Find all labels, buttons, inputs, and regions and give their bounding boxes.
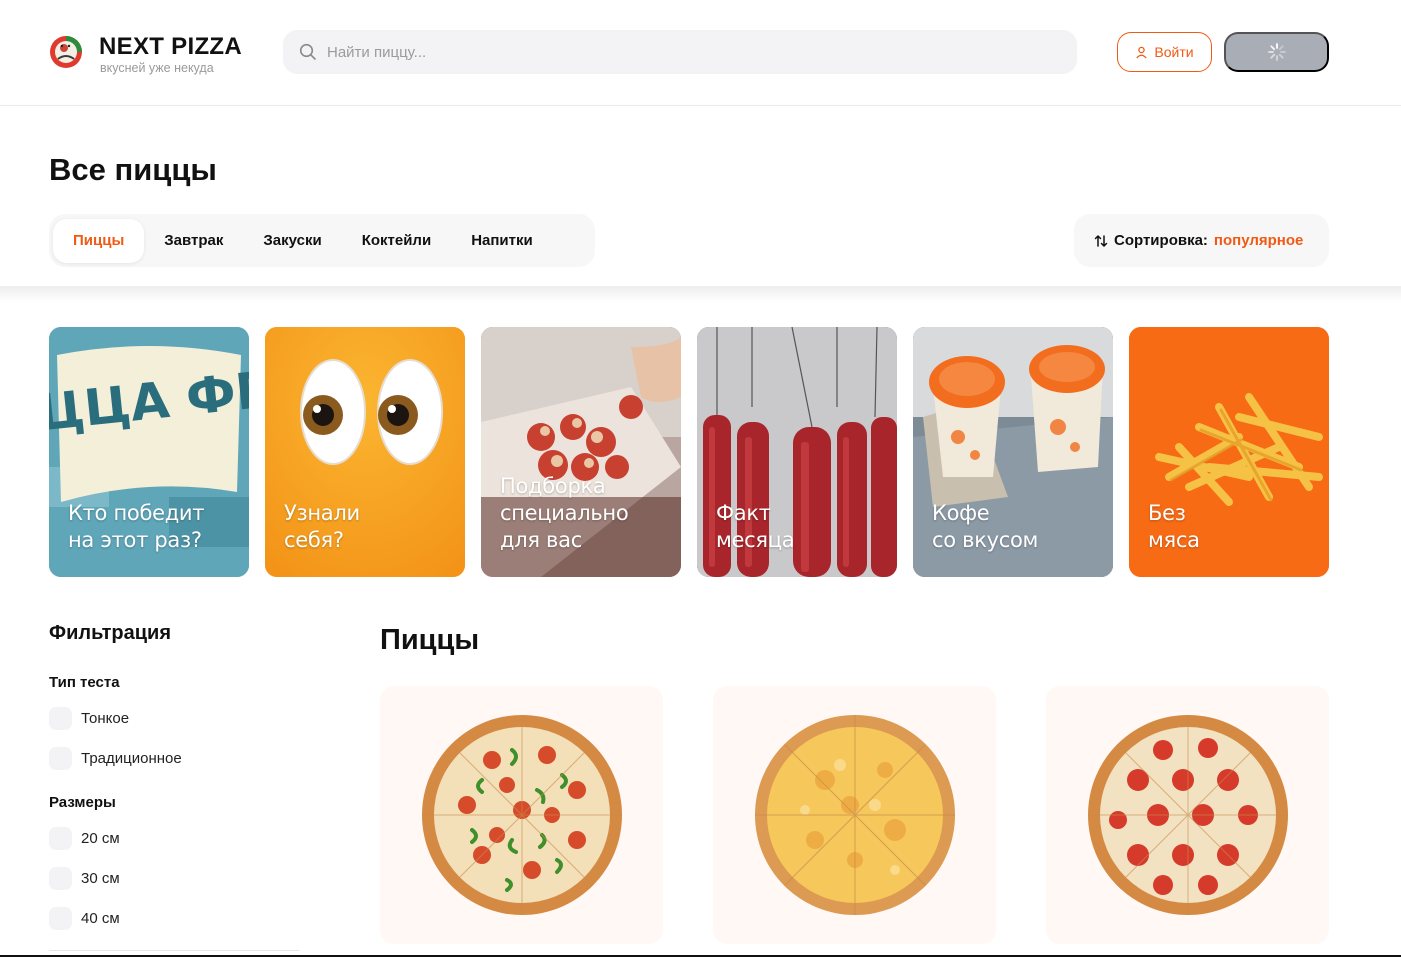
cart-button[interactable] (1224, 32, 1329, 72)
checkbox[interactable] (49, 827, 72, 850)
pizza-image-cheese (755, 715, 955, 915)
filter-size-20[interactable]: 20 см (49, 827, 120, 850)
story-card-meatless[interactable]: Без мяса (1129, 327, 1329, 577)
search-icon (299, 43, 316, 60)
checkbox-label: Тонкое (81, 710, 130, 727)
filter-size-40[interactable]: 40 см (49, 907, 120, 930)
pizza-logo-icon[interactable] (49, 35, 83, 69)
product-card[interactable] (1046, 686, 1329, 944)
story-card-eyes[interactable]: Узнали себя? (265, 327, 465, 577)
checkbox[interactable] (49, 747, 72, 770)
sort-value: популярное (1213, 232, 1304, 249)
category-tabs: Пиццы Завтрак Закуски Коктейли Напитки (49, 214, 595, 267)
user-icon (1136, 46, 1148, 58)
filter-dough-traditional[interactable]: Традиционное (49, 747, 182, 770)
pizza-image-pepperoni-pepper (422, 715, 622, 915)
login-button[interactable]: Войти (1117, 32, 1212, 72)
story-caption: Без мяса (1148, 501, 1200, 552)
search-bar[interactable] (283, 30, 1077, 74)
checkbox-label: 20 см (81, 830, 120, 847)
category-tab-cocktails[interactable]: Коктейли (342, 219, 452, 263)
story-card-coffee[interactable]: Кофе со вкусом (913, 327, 1113, 577)
checkbox[interactable] (49, 907, 72, 930)
story-card-fact[interactable]: Факт месяца (697, 327, 897, 577)
sort-label: Сортировка: (1114, 232, 1208, 249)
page-title: Все пиццы (49, 152, 217, 187)
topbar-shadow (0, 286, 1401, 302)
story-caption: Подборка специально для вас (500, 474, 629, 552)
sizes-title: Размеры (49, 794, 116, 811)
filters-divider (49, 950, 299, 951)
checkbox-label: 40 см (81, 910, 120, 927)
sort-dropdown[interactable]: Сортировка: популярное (1074, 214, 1329, 267)
brand-subtitle: вкусней уже некуда (100, 61, 214, 75)
brand-title[interactable]: NEXT PIZZA (99, 33, 242, 61)
filters-title: Фильтрация (49, 622, 172, 644)
story-card-selection[interactable]: Подборка специально для вас (481, 327, 681, 577)
product-card[interactable] (380, 686, 663, 944)
checkbox[interactable] (49, 867, 72, 890)
dough-type-title: Тип теста (49, 674, 120, 691)
checkbox[interactable] (49, 707, 72, 730)
story-caption: Кто победит на этот раз? (68, 501, 205, 552)
product-card[interactable] (713, 686, 996, 944)
pizza-image-pepperoni (1088, 715, 1288, 915)
checkbox-label: 30 см (81, 870, 120, 887)
category-tab-breakfast[interactable]: Завтрак (144, 219, 243, 263)
story-caption: Кофе со вкусом (932, 501, 1039, 552)
login-label: Войти (1154, 44, 1194, 60)
filter-size-30[interactable]: 30 см (49, 867, 120, 890)
category-tab-snacks[interactable]: Закуски (243, 219, 341, 263)
search-input[interactable] (327, 30, 1047, 74)
story-caption: Узнали себя? (284, 501, 360, 552)
sort-arrows-icon (1094, 234, 1108, 247)
category-tab-pizzas[interactable]: Пиццы (53, 218, 145, 263)
products-section-title: Пиццы (380, 624, 480, 656)
checkbox-label: Традиционное (81, 750, 182, 767)
filter-dough-thin[interactable]: Тонкое (49, 707, 129, 730)
site-header: NEXT PIZZA вкусней уже некуда Войти (0, 0, 1401, 106)
story-caption: Факт месяца (716, 501, 795, 552)
loading-spinner-icon (1267, 43, 1286, 61)
story-card-pizza-fest[interactable]: ПИЦЦА ФЕСТ Кто победит на этот раз? (49, 327, 249, 577)
category-tab-drinks[interactable]: Напитки (451, 219, 553, 263)
